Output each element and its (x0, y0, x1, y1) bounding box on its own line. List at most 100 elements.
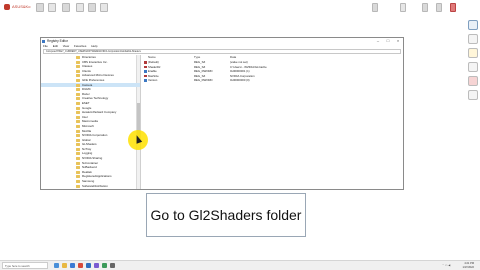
tree-item-label: DGMC (82, 87, 91, 92)
file-explorer-icon[interactable] (62, 263, 67, 268)
tree-item-label: NVIDIA Sharing (82, 156, 103, 161)
tree-item-label: ESET (82, 100, 90, 105)
menu-edit[interactable]: Edit (53, 44, 58, 48)
folder-icon (76, 129, 80, 133)
folder-icon (76, 65, 80, 69)
tree-item-label: CBS Interactive Inc. (82, 59, 108, 64)
window-minimize-button[interactable]: – (373, 38, 383, 44)
app-icon[interactable] (102, 263, 107, 268)
folder-icon (76, 56, 80, 59)
folder-icon (76, 69, 80, 73)
regedit-taskbar-icon[interactable] (110, 263, 115, 268)
tree-item-label: Realtek (82, 169, 92, 174)
tree-item-label: Directories (82, 55, 96, 59)
instruction-caption: Go to Gl2Shaders folder (146, 193, 306, 237)
edge-icon[interactable] (70, 263, 75, 268)
values-list: (Default) REG_SZ (value not set) ShaderDir R… (142, 60, 403, 83)
system-tray[interactable]: ⌃ ▭ ◀ (442, 264, 458, 268)
tree-item-label: Camera (82, 82, 93, 87)
address-bar[interactable]: Computer\HKEY_CURRENT_USER\SOFTWARE\NVID… (43, 49, 401, 54)
tree-item-label: Synaptics (82, 188, 95, 189)
value-name: Version (148, 78, 158, 83)
string-value-icon (144, 61, 147, 64)
folder-icon (76, 106, 80, 110)
folder-icon (76, 143, 80, 147)
eraser-icon[interactable] (468, 90, 478, 100)
help-icon[interactable] (400, 3, 406, 12)
value-type: REG_DWORD (194, 78, 213, 83)
minimize-icon[interactable] (422, 3, 428, 12)
menu-view[interactable]: View (63, 44, 69, 48)
tree-item-label: Creative Technology (82, 96, 109, 101)
menu-file[interactable]: File (43, 44, 48, 48)
tree-item-label: Clients (82, 68, 91, 73)
folder-icon (76, 60, 80, 64)
tree-item-label: Samsung (82, 179, 95, 184)
tree-item-label: Microsoft (82, 123, 94, 128)
clock-date: 1/17/2022 (462, 265, 474, 269)
app-icon[interactable] (94, 263, 99, 268)
tree-item-label: Macromedia (82, 119, 98, 124)
camera-icon[interactable] (468, 20, 478, 30)
folder-icon (76, 74, 80, 78)
tree-item-label: NvBackend (82, 165, 97, 170)
folder-icon (76, 97, 80, 101)
tree-item-label: SoftwareDistribution (82, 183, 108, 188)
tree-item-label: Global (82, 137, 91, 142)
arrow-icon[interactable] (100, 3, 108, 12)
recorder-logo-text: ASUS&Ko (12, 4, 31, 10)
taskbar-search-input[interactable]: Type here to search (2, 262, 48, 269)
tree-item-label: GLShaders (82, 142, 97, 147)
values-pane: Name Type Data (Default) REG_SZ (value not… (142, 55, 403, 189)
forward-icon[interactable] (48, 3, 56, 12)
recorder-toolbar: ASUS&Ko (0, 0, 480, 20)
menu-favorites[interactable]: Favorites (74, 44, 86, 48)
crop-icon[interactable] (62, 3, 70, 12)
tree-item-label: Intel (82, 114, 88, 119)
settings-icon[interactable] (372, 3, 378, 12)
folder-icon (76, 120, 80, 124)
value-row[interactable]: Version REG_DWORD 0x00000000 (0) (142, 78, 403, 83)
maximize-icon[interactable] (436, 3, 442, 12)
tree-item-label: Classes (82, 64, 93, 69)
chrome-icon[interactable] (78, 263, 83, 268)
tree-item-label: Mozilla (82, 128, 91, 133)
window-titlebar: Registry Editor – □ × (41, 38, 403, 44)
taskbar: Type here to search ⌃ ▭ ◀ 4:21 PM 1/17/2… (0, 260, 480, 270)
folder-icon (76, 166, 80, 170)
tree-item-label: NvContainer (82, 160, 99, 165)
recorder-logo: ASUS&Ko (4, 4, 30, 10)
registry-editor-window: Registry Editor – □ × File Edit View Fav… (40, 37, 404, 190)
binary-value-icon (144, 79, 147, 82)
tree-item-label: NvTray (82, 146, 92, 151)
tree-item[interactable]: Synaptics (41, 188, 140, 189)
tree-item-label: NVIDIA Corporation (82, 133, 108, 138)
folder-icon (76, 147, 80, 151)
color-picker-icon[interactable] (468, 76, 478, 86)
record-icon (4, 4, 10, 10)
regedit-icon (42, 39, 45, 43)
tree-item-label: Razer (82, 91, 90, 96)
folder-icon (76, 78, 80, 82)
store-icon[interactable] (86, 263, 91, 268)
window-close-button[interactable]: × (393, 38, 403, 44)
menu-help[interactable]: Help (91, 44, 97, 48)
panes: Directories CBS Interactive Inc. Classes Cl… (41, 55, 403, 189)
window-maximize-button[interactable]: □ (383, 38, 393, 44)
folder-icon (76, 152, 80, 156)
folder-icon (76, 92, 80, 96)
folder-icon (76, 175, 80, 179)
text-icon[interactable] (88, 3, 96, 12)
folder-icon (76, 180, 80, 184)
highlighter-icon[interactable] (468, 62, 478, 72)
binary-value-icon (144, 70, 147, 73)
clock[interactable]: 4:21 PM 1/17/2022 (462, 262, 474, 269)
webcam-icon[interactable] (468, 34, 478, 44)
folder-icon (76, 111, 80, 115)
task-view-icon[interactable] (54, 263, 59, 268)
back-icon[interactable] (36, 3, 44, 12)
pen-icon[interactable] (468, 48, 478, 58)
zoom-icon[interactable] (76, 3, 84, 12)
key-tree: Directories CBS Interactive Inc. Classes Cl… (41, 55, 141, 189)
close-icon[interactable] (450, 3, 456, 12)
